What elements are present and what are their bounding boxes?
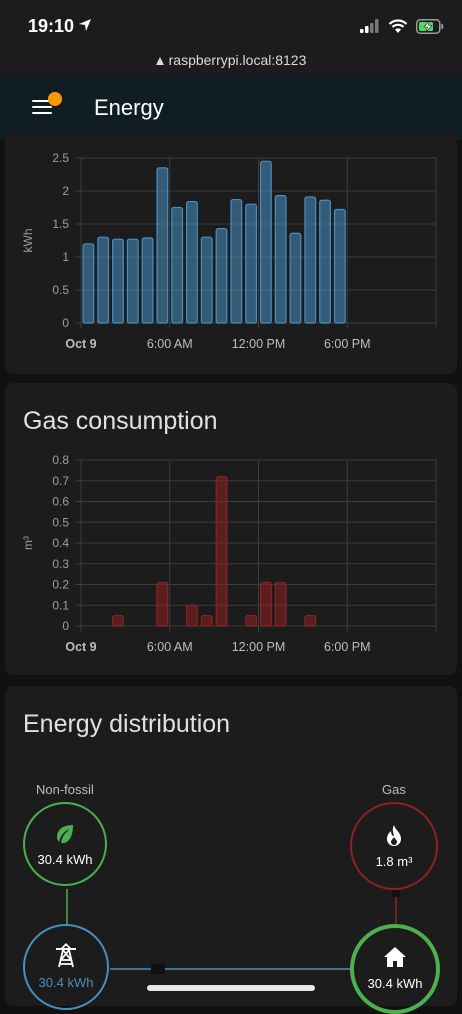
- bar: [259, 160, 272, 324]
- bar: [112, 238, 124, 324]
- url-bar[interactable]: raspberrypi.local:8123: [0, 48, 462, 76]
- y-tick-label: 0: [62, 619, 69, 633]
- signal-icon: [360, 19, 379, 33]
- x-tick-label: 12:00 PM: [232, 640, 286, 654]
- x-tick-label: 6:00 AM: [147, 337, 193, 351]
- x-tick-label: Oct 9: [65, 337, 96, 351]
- bar: [156, 167, 169, 324]
- non-fossil-node[interactable]: 30.4 kWh: [23, 802, 107, 886]
- bar: [215, 228, 228, 324]
- y-tick-label: 0.2: [52, 578, 69, 592]
- bar: [156, 581, 169, 627]
- status-bar: 19:10: [0, 0, 462, 48]
- non-fossil-label: Non-fossil: [36, 782, 94, 797]
- bar: [319, 199, 331, 324]
- bar: [112, 615, 124, 627]
- y-tick-label: 0.5: [52, 283, 69, 297]
- transmission-tower-icon: [56, 943, 76, 968]
- bar: [186, 200, 198, 324]
- y-tick-label: 0.4: [52, 536, 69, 550]
- lock-icon: [155, 57, 164, 65]
- y-axis-label: kWh: [21, 229, 35, 253]
- gas-consumption-card: Gas consumption 0.8 0.7 0.6 0.5 0.4 0.3 0.2 0.1…: [5, 383, 457, 675]
- y-tick-label: 0.7: [52, 474, 69, 488]
- bar: [126, 238, 139, 324]
- home-indicator: [147, 985, 315, 991]
- bar: [215, 475, 228, 627]
- x-tick-label: 6:00 PM: [324, 337, 371, 351]
- x-tick-label: 6:00 PM: [324, 640, 371, 654]
- grid-flow-dot: [151, 964, 165, 974]
- fire-icon: [387, 825, 401, 846]
- y-axis-label: m³: [21, 536, 35, 550]
- y-tick-label: 0: [62, 316, 69, 330]
- bar: [141, 237, 154, 324]
- gas-label: Gas: [382, 782, 406, 797]
- bar: [245, 615, 258, 627]
- electricity-chart: 2.5 2 1.5 1 0.5 0 kWh Oct 9 6:00 AM 12:00 PM 6:00 …: [21, 151, 437, 351]
- notification-badge: [48, 92, 62, 106]
- y-tick-label: 0.6: [52, 495, 69, 509]
- leaf-icon: [57, 825, 73, 844]
- y-tick-label: 0.3: [52, 557, 69, 571]
- grid-value: 30.4 kWh: [38, 975, 94, 990]
- electricity-usage-card: 2.5 2 1.5 1 0.5 0 kWh Oct 9 6:00 AM 12:00 PM 6:00 …: [5, 132, 457, 374]
- bar: [289, 232, 302, 324]
- non-fossil-value: 30.4 kWh: [37, 852, 93, 867]
- y-tick-label: 2: [62, 184, 69, 198]
- bar: [200, 236, 213, 324]
- bar: [304, 615, 317, 627]
- location-arrow-icon: [79, 19, 91, 31]
- y-tick-label: 0.5: [52, 515, 69, 529]
- app-bar: Energy: [0, 76, 462, 140]
- bar: [200, 615, 213, 627]
- y-tick-label: 2.5: [52, 151, 69, 165]
- gas-node[interactable]: 1.8 m³: [350, 802, 438, 890]
- home-icon: [384, 947, 406, 967]
- bar: [186, 604, 198, 627]
- grid-node[interactable]: 30.4 kWh: [23, 924, 109, 1010]
- x-tick-label: 6:00 AM: [147, 640, 193, 654]
- y-tick-label: 0.1: [52, 598, 69, 612]
- bar: [230, 198, 243, 324]
- bar: [82, 243, 95, 324]
- gas-value: 1.8 m³: [375, 854, 413, 869]
- page-title: Energy: [94, 95, 164, 120]
- status-indicators: [360, 18, 444, 34]
- bar: [304, 196, 317, 324]
- x-tick-label: Oct 9: [65, 640, 96, 654]
- bar: [171, 206, 184, 324]
- gas-chart: 0.8 0.7 0.6 0.5 0.4 0.3 0.2 0.1 0 m³ Oct 9 6:00 AM 1…: [21, 453, 437, 654]
- bar: [259, 581, 272, 627]
- bar: [274, 581, 287, 627]
- energy-distribution-card: Energy distribution Non-fossil 30.4 kWh …: [5, 686, 457, 1014]
- wifi-icon: [388, 18, 408, 33]
- y-tick-label: 0.8: [52, 453, 69, 467]
- home-value: 30.4 kWh: [367, 976, 423, 991]
- url-text: raspberrypi.local:8123: [168, 52, 307, 68]
- status-time: 19:10: [28, 16, 75, 36]
- bar: [245, 203, 258, 324]
- y-tick-label: 1: [62, 250, 69, 264]
- bar: [333, 208, 346, 324]
- gas-flow-dot: [392, 889, 400, 897]
- x-tick-label: 12:00 PM: [232, 337, 286, 351]
- y-tick-label: 1.5: [52, 217, 69, 231]
- home-node[interactable]: 30.4 kWh: [350, 924, 440, 1014]
- bar: [97, 236, 110, 324]
- bar: [274, 195, 287, 324]
- battery-charging-icon: [416, 18, 444, 34]
